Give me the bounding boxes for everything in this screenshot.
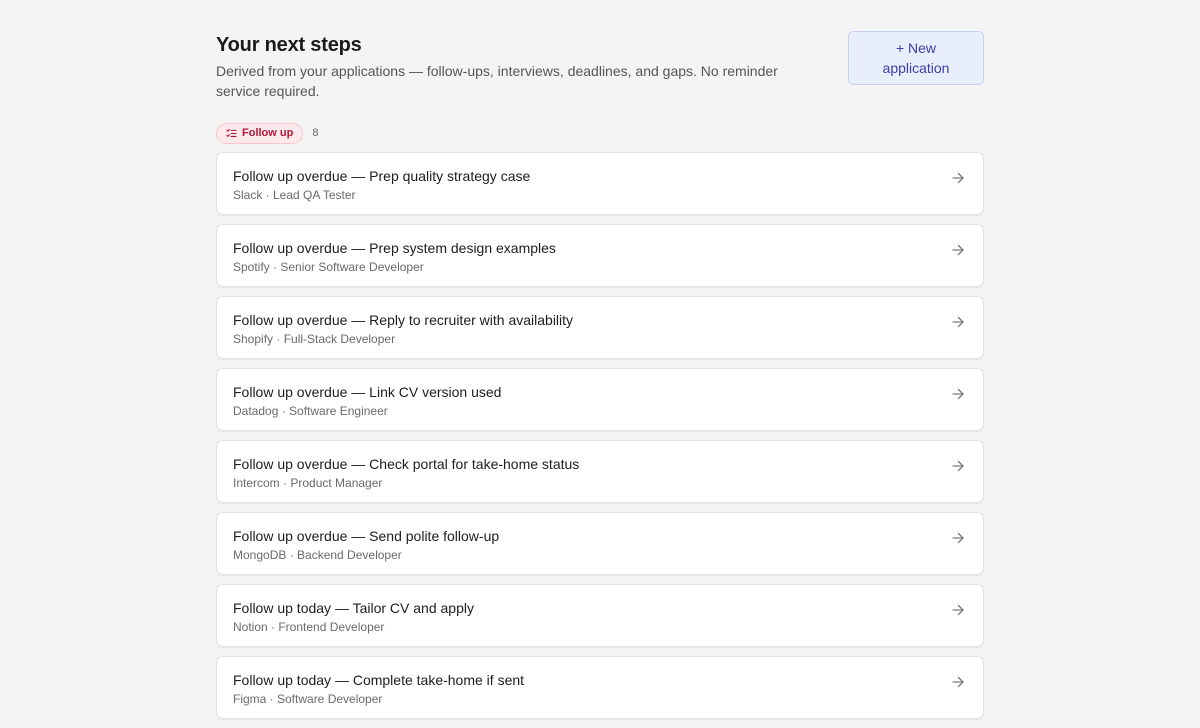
step-title: Follow up overdue — Link CV version used (233, 384, 502, 400)
arrow-right-icon (951, 315, 965, 329)
page-subtitle: Derived from your applications — follow-… (216, 63, 778, 99)
arrow-right-icon (951, 675, 965, 689)
checklist-icon (226, 128, 237, 139)
step-card[interactable]: Follow up overdue — Prep quality strateg… (216, 152, 984, 215)
step-card[interactable]: Follow up overdue — Prep system design e… (216, 224, 984, 287)
step-meta: Shopify · Full-Stack Developer (233, 332, 396, 346)
new-application-button[interactable]: + New application (848, 31, 984, 85)
step-card[interactable]: Follow up overdue — Check portal for tak… (216, 440, 984, 503)
step-meta: Slack · Lead QA Tester (233, 188, 356, 202)
step-title: Follow up today — Tailor CV and apply (233, 600, 474, 616)
step-meta: Spotify · Senior Software Developer (233, 260, 424, 274)
step-card[interactable]: Follow up overdue — Send polite follow-u… (216, 512, 984, 575)
arrow-right-icon (951, 531, 965, 545)
steps-list: Follow up overdue — Prep quality strateg… (216, 152, 984, 719)
step-title: Follow up overdue — Send polite follow-u… (233, 528, 500, 544)
main-content: Your next steps Derived from your applic… (216, 0, 984, 728)
step-title: Follow up today — Complete take-home if … (233, 672, 525, 688)
follow-up-badge[interactable]: Follow up (216, 122, 304, 144)
step-title: Follow up overdue — Check portal for tak… (233, 456, 580, 472)
arrow-right-icon (951, 603, 965, 617)
step-meta: Intercom · Product Manager (233, 476, 383, 490)
arrow-right-icon (951, 459, 965, 473)
item-count: 8 (312, 127, 319, 139)
step-card[interactable]: Follow up overdue — Link CV version used… (216, 368, 984, 431)
section-header: Follow up 8 (216, 122, 984, 144)
arrow-right-icon (951, 243, 965, 257)
step-meta: MongoDB · Backend Developer (233, 548, 402, 562)
step-title: Follow up overdue — Reply to recruiter w… (233, 312, 574, 328)
step-meta: Datadog · Software Engineer (233, 404, 388, 418)
step-meta: Figma · Software Developer (233, 692, 383, 706)
page-header: Your next steps Derived from your applic… (216, 0, 984, 118)
badge-label: Follow up (242, 127, 294, 139)
step-title: Follow up overdue — Prep system design e… (233, 240, 556, 256)
step-card[interactable]: Follow up today — Complete take-home if … (216, 656, 984, 719)
arrow-right-icon (951, 387, 965, 401)
arrow-right-icon (951, 171, 965, 185)
step-meta: Notion · Frontend Developer (233, 620, 385, 634)
step-title: Follow up overdue — Prep quality strateg… (233, 168, 531, 184)
step-card[interactable]: Follow up overdue — Reply to recruiter w… (216, 296, 984, 359)
step-card[interactable]: Follow up today — Tailor CV and apply No… (216, 584, 984, 647)
